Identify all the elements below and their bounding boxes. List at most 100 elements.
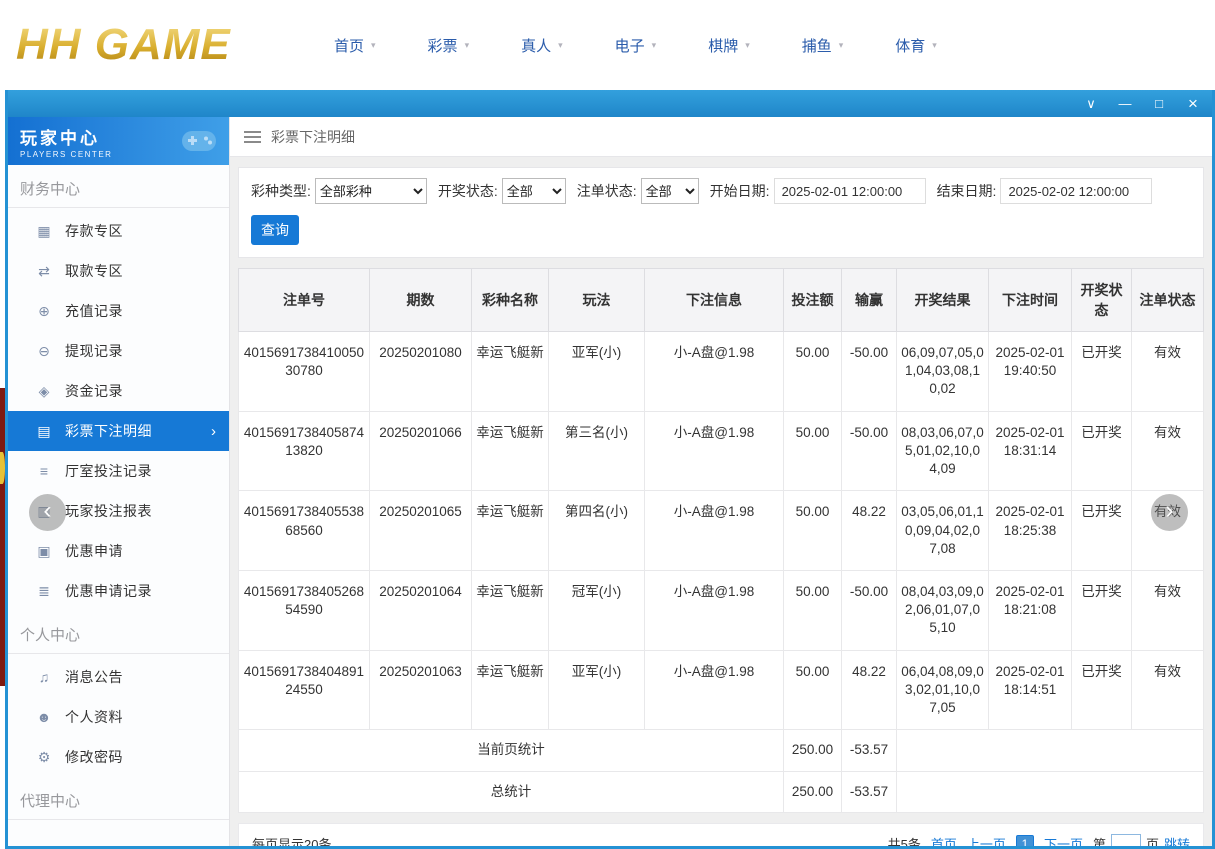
cell-bet-id: 401569173840526854590 (239, 570, 370, 650)
cell-draw-result: 06,04,08,09,03,02,01,10,07,05 (897, 650, 989, 730)
current-page[interactable]: 1 (1016, 835, 1034, 846)
nav-item-label: 捕鱼 (802, 35, 832, 56)
nav-item[interactable]: 棋牌 ▾ (708, 35, 750, 56)
sidebar-item[interactable]: ♫ 消息公告 (8, 657, 229, 697)
nav-item[interactable]: 彩票 ▾ (428, 35, 470, 56)
start-date-input[interactable] (774, 178, 926, 204)
first-page-link[interactable]: 首页 (931, 834, 957, 846)
lottery-type-select[interactable]: 全部彩种 (315, 178, 427, 204)
recharge-record-icon: ⊕ (36, 303, 52, 320)
menu-icon[interactable] (244, 131, 261, 143)
nav-item[interactable]: 体育 ▾ (895, 35, 937, 56)
page-jump-input[interactable] (1111, 834, 1141, 846)
cell-bet-amount: 50.00 (784, 650, 842, 730)
sidebar-item-label: 充值记录 (65, 301, 123, 321)
cell-win-loss: -50.00 (842, 570, 897, 650)
chevron-down-icon: ▾ (558, 40, 563, 51)
end-date-input[interactable] (1000, 178, 1152, 204)
nav-item[interactable]: 捕鱼 ▾ (802, 35, 844, 56)
sidebar-item[interactable]: ⇄ 取款专区 (8, 251, 229, 291)
column-header: 投注额 (784, 269, 842, 332)
summary-bet-amount: 250.00 (784, 730, 842, 771)
sidebar-item[interactable]: ⊖ 提现记录 (8, 331, 229, 371)
sidebar-item[interactable]: ◈ 资金记录 (8, 371, 229, 411)
announcement-icon: ♫ (36, 669, 52, 685)
sidebar: 玩家中心 PLAYERS CENTER 财务中心 ▦ 存款专区 ⇄ (8, 117, 230, 846)
summary-blank (897, 771, 1204, 812)
sidebar-item[interactable]: ▦ 存款专区 (8, 211, 229, 251)
cell-bet-amount: 50.00 (784, 491, 842, 571)
carousel-left-arrow[interactable]: ‹ (29, 494, 66, 531)
content: 彩种类型: 全部彩种 开奖状态: 全部 注单状态: 全部 (230, 157, 1212, 846)
cell-bet-id: 401569173840587413820 (239, 411, 370, 491)
order-status-select[interactable]: 全部 (641, 178, 699, 204)
main-area: 彩票下注明细 彩种类型: 全部彩种 开奖状态: 全部 (230, 117, 1212, 846)
sidebar-item[interactable]: ☻ 个人资料 (8, 697, 229, 737)
window-minimize-icon[interactable]: — (1118, 97, 1132, 110)
sidebar-item[interactable]: ≡ 厅室投注记录 (8, 451, 229, 491)
logo[interactable]: HH GAME (16, 20, 284, 70)
cell-bet-info: 小-A盘@1.98 (645, 332, 784, 412)
table-row: 401569173840587413820 20250201066 幸运飞艇新 … (239, 411, 1204, 491)
sidebar-item[interactable]: ⚙ 修改密码 (8, 737, 229, 777)
carousel-right-arrow[interactable]: › (1151, 494, 1188, 531)
cell-play-type: 第四名(小) (549, 491, 645, 571)
column-header: 注单状态 (1132, 269, 1204, 332)
jump-prefix: 第 (1093, 834, 1106, 846)
nav-item[interactable]: 电子 ▾ (615, 35, 657, 56)
start-date-label: 开始日期: (710, 181, 770, 201)
cell-win-loss: -50.00 (842, 411, 897, 491)
summary-blank (897, 730, 1204, 771)
jump-link[interactable]: 跳转 (1164, 834, 1190, 846)
cell-bet-info: 小-A盘@1.98 (645, 491, 784, 571)
cell-draw-status: 已开奖 (1072, 491, 1132, 571)
cell-bet-info: 小-A盘@1.98 (645, 650, 784, 730)
nav-item[interactable]: 真人 ▾ (521, 35, 563, 56)
cell-lottery-name: 幸运飞艇新 (472, 650, 549, 730)
window-body: 玩家中心 PLAYERS CENTER 财务中心 ▦ 存款专区 ⇄ (8, 117, 1212, 846)
cell-bet-time: 2025-02-01 18:21:08 (989, 570, 1072, 650)
window-restore-icon[interactable]: ∨ (1084, 97, 1098, 110)
withdrawal-record-icon: ⊖ (36, 343, 52, 360)
chevron-down-icon: ▾ (652, 40, 657, 51)
cell-lottery-name: 幸运飞艇新 (472, 332, 549, 412)
sidebar-item-label: 厅室投注记录 (65, 461, 152, 481)
cell-lottery-name: 幸运飞艇新 (472, 491, 549, 571)
gamepad-icon (181, 128, 217, 154)
column-header: 开奖结果 (897, 269, 989, 332)
nav-item[interactable]: 首页 ▾ (334, 35, 376, 56)
bet-table-panel: 注单号 期数 彩种名称 玩法 下注信息 投注额 输赢 开奖结果 下注时间 开奖状… (238, 268, 1204, 813)
table-body: 401569173841005030780 20250201080 幸运飞艇新 … (239, 332, 1204, 730)
chevron-down-icon: ▾ (465, 40, 470, 51)
cell-bet-id: 401569173840553868560 (239, 491, 370, 571)
table-summary: 当前页统计 250.00 -53.57 总统计 250.00 -53.57 (239, 730, 1204, 812)
table-header-row: 注单号 期数 彩种名称 玩法 下注信息 投注额 输赢 开奖结果 下注时间 开奖状… (239, 269, 1204, 332)
cell-period: 20250201080 (370, 332, 472, 412)
top-nav: 首页 ▾ 彩票 ▾ 真人 ▾ 电子 ▾ 棋牌 ▾ 捕鱼 ▾ 体育 ▾ (334, 35, 937, 56)
sidebar-item[interactable]: ≣ 优惠申请记录 (8, 571, 229, 611)
sidebar-item[interactable]: ▣ 优惠申请 (8, 531, 229, 571)
cell-order-status: 有效 (1132, 650, 1204, 730)
sidebar-item[interactable]: ⊕ 充值记录 (8, 291, 229, 331)
cell-draw-result: 08,03,06,07,05,01,02,10,04,09 (897, 411, 989, 491)
cell-play-type: 亚军(小) (549, 650, 645, 730)
window-close-icon[interactable]: × (1186, 95, 1200, 112)
next-page-link[interactable]: 下一页 (1044, 834, 1083, 846)
pager: 共5条 首页 上一页 1 下一页 第 页 跳转 (888, 834, 1190, 846)
cell-draw-status: 已开奖 (1072, 332, 1132, 412)
column-header: 彩种名称 (472, 269, 549, 332)
window-maximize-icon[interactable]: □ (1152, 97, 1166, 110)
sidebar-header: 玩家中心 PLAYERS CENTER (8, 117, 229, 165)
draw-status-select[interactable]: 全部 (502, 178, 566, 204)
bet-table: 注单号 期数 彩种名称 玩法 下注信息 投注额 输赢 开奖结果 下注时间 开奖状… (238, 268, 1204, 813)
promo-apply-record-icon: ≣ (36, 583, 52, 600)
player-center-window: ∨ — □ × 玩家中心 PLAYERS CENTER (5, 90, 1215, 849)
prev-page-link[interactable]: 上一页 (967, 834, 1006, 846)
cell-win-loss: -50.00 (842, 332, 897, 412)
query-button[interactable]: 查询 (251, 215, 299, 245)
sidebar-item[interactable]: ▤ 彩票下注明细 › (8, 411, 229, 451)
cell-order-status: 有效 (1132, 411, 1204, 491)
chevron-down-icon: ▾ (371, 40, 376, 51)
sidebar-item-label: 存款专区 (65, 221, 123, 241)
cell-bet-info: 小-A盘@1.98 (645, 411, 784, 491)
